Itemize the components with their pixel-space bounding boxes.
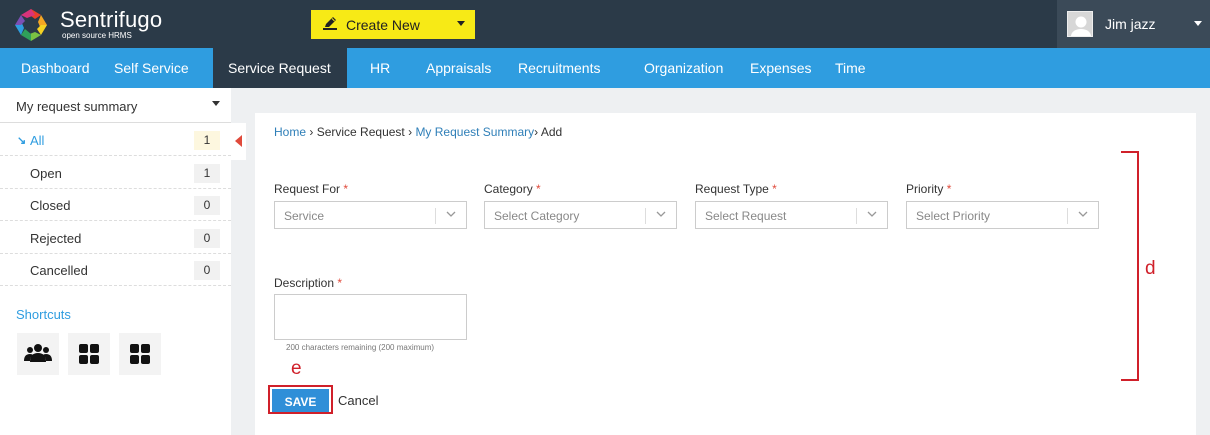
user-menu[interactable]: Jim jazz (1057, 0, 1210, 48)
character-count-hint: 200 characters remaining (200 maximum) (286, 343, 435, 352)
category-select[interactable]: Select Category (484, 201, 677, 229)
breadcrumb-my-request-summary[interactable]: My Request Summary (415, 125, 534, 139)
breadcrumb-current: Add (540, 125, 563, 139)
chevron-down-icon (867, 211, 877, 217)
breadcrumb: Home › Service Request › My Request Summ… (274, 125, 562, 139)
cancel-link[interactable]: Cancel (338, 393, 378, 408)
label-text: Request For (274, 182, 341, 196)
brand-tagline: open source HRMS (62, 31, 132, 40)
required-mark: * (946, 182, 952, 196)
select-divider (1067, 208, 1068, 224)
select-value: Select Priority (916, 209, 991, 223)
grid-icon (79, 344, 99, 364)
required-mark: * (337, 276, 343, 290)
brand-name: Sentrifugo (60, 7, 163, 32)
nav-time[interactable]: Time (825, 48, 876, 88)
nav-hr[interactable]: HR (360, 48, 400, 88)
label-text: Request Type (695, 182, 769, 196)
annotation-label-d: d (1145, 258, 1156, 279)
sidebar-item-label: Rejected (30, 231, 82, 246)
select-divider (645, 208, 646, 224)
save-highlight-box (268, 385, 333, 414)
nav-recruitments[interactable]: Recruitments (508, 48, 610, 88)
top-bar: Sentrifugo open source HRMS Create New J… (0, 0, 1210, 48)
chevron-down-icon (1078, 211, 1088, 217)
request-summary-label: My request summary (16, 99, 138, 114)
count-badge: 0 (194, 261, 220, 280)
request-for-select[interactable]: Service (274, 201, 467, 229)
sidebar: My request summary ↘ All 1 Open 1 Closed… (0, 88, 231, 435)
label-text: Category (484, 182, 533, 196)
nav-appraisals[interactable]: Appraisals (416, 48, 501, 88)
count-badge: 0 (194, 196, 220, 215)
sidebar-item-label: Open (30, 166, 62, 181)
breadcrumb-separator: › (534, 125, 539, 139)
count-badge: 1 (194, 164, 220, 183)
label-text: Description (274, 276, 335, 290)
chevron-down-icon (656, 211, 666, 217)
nav-service-request[interactable]: Service Request (213, 48, 347, 88)
avatar (1067, 11, 1093, 37)
request-for-label: Request For * (274, 182, 348, 196)
triangle-left-icon (235, 135, 242, 147)
shortcut-module[interactable] (68, 333, 110, 375)
sidebar-collapse-toggle[interactable] (231, 123, 246, 160)
select-divider (856, 208, 857, 224)
chevron-down-icon (212, 101, 220, 106)
sidebar-item-label: Closed (30, 198, 71, 213)
group-icon (24, 344, 52, 362)
select-value: Service (284, 209, 325, 223)
request-type-label: Request Type * (695, 182, 777, 196)
select-divider (435, 208, 436, 224)
create-new-label: Create New (346, 17, 420, 33)
breadcrumb-home[interactable]: Home (274, 125, 306, 139)
main-nav: Dashboard Self Service Service Request H… (0, 48, 1210, 88)
request-summary-dropdown[interactable]: My request summary (0, 88, 231, 123)
description-textarea[interactable] (274, 294, 467, 340)
count-badge: 0 (194, 229, 220, 248)
chevron-down-icon (446, 211, 456, 217)
user-silhouette-icon (1071, 16, 1091, 36)
shortcut-employees[interactable] (17, 333, 59, 375)
required-mark: * (772, 182, 777, 196)
category-label: Category * (484, 182, 541, 196)
description-label: Description * (274, 276, 342, 290)
sidebar-item-label: All (30, 133, 45, 148)
select-value: Select Category (494, 209, 580, 223)
main-content: Home › Service Request › My Request Summ… (255, 113, 1196, 435)
breadcrumb-service-request: Service Request (316, 125, 405, 139)
create-new-button[interactable]: Create New (311, 10, 475, 39)
label-text: Priority (906, 182, 944, 196)
select-value: Select Request (705, 209, 787, 223)
priority-label: Priority * (906, 182, 951, 196)
shortcut-module[interactable] (119, 333, 161, 375)
pencil-icon (323, 17, 337, 30)
sidebar-item-all[interactable]: ↘ All 1 (0, 124, 231, 156)
annotation-label-e: e (291, 358, 302, 379)
sidebar-item-rejected[interactable]: Rejected 0 (0, 222, 231, 254)
nav-dashboard[interactable]: Dashboard (11, 48, 100, 88)
sentrifugo-logo-icon (15, 9, 47, 41)
arrow-down-right-icon: ↘ (17, 135, 27, 147)
sidebar-item-label: Cancelled (30, 263, 88, 278)
breadcrumb-separator: › (309, 125, 314, 139)
nav-self-service[interactable]: Self Service (104, 48, 199, 88)
grid-icon (130, 344, 150, 364)
user-name: Jim jazz (1105, 16, 1156, 32)
chevron-down-icon (457, 21, 465, 26)
request-type-select[interactable]: Select Request (695, 201, 888, 229)
count-badge: 1 (194, 131, 220, 150)
chevron-down-icon (1194, 21, 1202, 26)
sidebar-item-closed[interactable]: Closed 0 (0, 189, 231, 221)
sidebar-item-open[interactable]: Open 1 (0, 157, 231, 189)
shortcuts-title: Shortcuts (16, 307, 71, 322)
nav-organization[interactable]: Organization (634, 48, 733, 88)
required-mark: * (343, 182, 349, 196)
nav-expenses[interactable]: Expenses (740, 48, 821, 88)
priority-select[interactable]: Select Priority (906, 201, 1099, 229)
form-bracket-annotation (1121, 151, 1139, 381)
sidebar-item-cancelled[interactable]: Cancelled 0 (0, 254, 231, 286)
required-mark: * (536, 182, 541, 196)
breadcrumb-separator: › (408, 125, 413, 139)
